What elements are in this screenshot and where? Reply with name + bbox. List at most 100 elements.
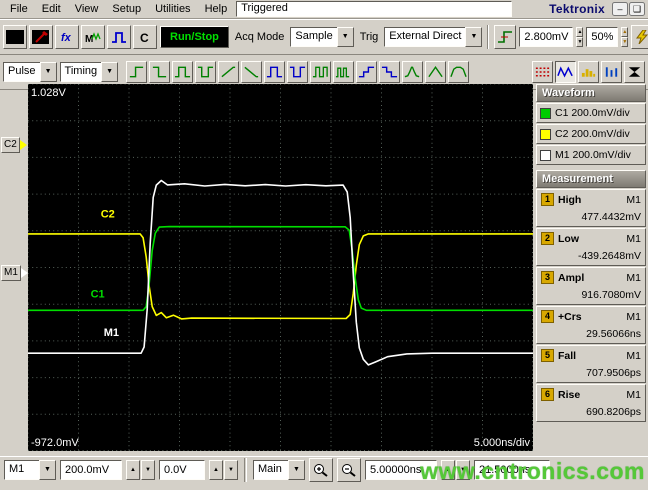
timebase-view-select[interactable]: Main ▼ <box>253 459 305 480</box>
spin-up-button[interactable]: ▲ <box>441 459 455 480</box>
minimize-button[interactable]: – <box>612 2 628 16</box>
menu-help[interactable]: Help <box>198 1 235 17</box>
gaussian-pulse-icon[interactable] <box>402 61 424 83</box>
clear-data-icon[interactable] <box>29 24 53 49</box>
trigger-level-field[interactable]: 2.800mV <box>519 26 574 47</box>
chevron-down-icon[interactable]: ▼ <box>39 459 56 480</box>
waveform-graticule: C2 C1 M1 1.028V -972.0mV 5.000ns/div <box>28 84 533 451</box>
hourglass-icon[interactable] <box>624 61 645 83</box>
display-vector-icon <box>557 66 573 78</box>
svg-text:C: C <box>140 31 149 44</box>
menu-setup[interactable]: Setup <box>105 1 148 17</box>
rising-ramp-icon[interactable] <box>218 61 240 83</box>
chevron-down-icon[interactable]: ▼ <box>465 26 483 47</box>
measurement-item-+crs[interactable]: 4 +Crs M1 29.56066ns <box>536 306 646 344</box>
waveform-item-c1[interactable]: C1 200.0mV/div <box>536 103 646 123</box>
positive-pulse-blue-icon[interactable] <box>264 61 286 83</box>
measurement-value: -439.2648mV <box>577 250 641 262</box>
triangle-pulse-icon[interactable] <box>425 61 447 83</box>
vertical-scale-field[interactable]: 200.0mV <box>60 459 122 480</box>
square-wave-icon[interactable] <box>310 61 332 83</box>
set-50-spinner: ▲ ▼ <box>621 26 629 47</box>
spin-up-button[interactable]: ▲ <box>621 26 629 37</box>
channel-marker-arrow-icon <box>20 268 28 278</box>
channel-marker-arrow-icon <box>19 140 27 150</box>
waveform-item-label: M1 200.0mV/div <box>555 149 631 161</box>
positive-pulse-icon[interactable] <box>172 61 194 83</box>
measurement-item-low[interactable]: 2 Low M1 -439.2648mV <box>536 228 646 266</box>
print-icon[interactable] <box>3 24 27 49</box>
channel-color-chip <box>540 107 551 119</box>
square-wave-icon <box>313 66 328 78</box>
measurement-name: +Crs <box>558 310 582 323</box>
spin-down-button[interactable]: ▼ <box>576 36 584 47</box>
step-down-blue-icon <box>382 66 398 78</box>
display-vector-icon[interactable] <box>555 61 576 83</box>
cursor-c-icon[interactable]: C <box>133 24 157 49</box>
cursor-c-icon: C <box>140 31 149 44</box>
measurement-item-rise[interactable]: 6 Rise M1 690.8206ps <box>536 384 646 422</box>
horizontal-position-field[interactable]: 21.5000ns <box>474 459 550 480</box>
measurement-name: Low <box>558 232 579 245</box>
step-up-blue-icon[interactable] <box>356 61 378 83</box>
timebase-scale-field[interactable]: 5.00000ns <box>365 459 437 480</box>
toolbar-separator <box>244 457 247 482</box>
chevron-down-icon[interactable]: ▼ <box>101 62 119 82</box>
measurement-item-high[interactable]: 1 High M1 477.4432mV <box>536 189 646 227</box>
chevron-down-icon[interactable]: ▼ <box>39 62 57 82</box>
math-waveform-icon[interactable]: M <box>81 24 105 49</box>
zoom-in-button[interactable] <box>309 457 333 482</box>
fx-icon[interactable]: fx <box>55 24 79 49</box>
vertical-offset-field[interactable]: 0.0V <box>159 459 205 480</box>
double-pulse-icon[interactable] <box>333 61 355 83</box>
menu-utilities[interactable]: Utilities <box>148 1 197 17</box>
step-down-blue-icon[interactable] <box>379 61 401 83</box>
menu-file[interactable]: File <box>3 1 35 17</box>
autoset-button[interactable] <box>631 24 648 49</box>
mask-pulse-icon[interactable] <box>107 24 131 49</box>
waveform-item-m1[interactable]: M1 200.0mV/div <box>536 145 646 165</box>
falling-ramp-icon[interactable] <box>241 61 263 83</box>
spin-down-button[interactable]: ▼ <box>621 36 629 47</box>
display-dots-icon[interactable] <box>532 61 553 83</box>
spin-down-button[interactable]: ▼ <box>224 459 238 480</box>
channel-marker-label: C2 <box>1 137 20 153</box>
spin-up-button[interactable]: ▲ <box>126 459 140 480</box>
channel-marker-c2[interactable]: C2 <box>1 137 27 153</box>
waveform-item-c2[interactable]: C2 200.0mV/div <box>536 124 646 144</box>
menu-view[interactable]: View <box>68 1 106 17</box>
negative-pulse-blue-icon[interactable] <box>287 61 309 83</box>
measurement-item-ampl[interactable]: 3 Ampl M1 916.7080mV <box>536 267 646 305</box>
chevron-down-icon[interactable]: ▼ <box>288 459 305 480</box>
trigger-source-select[interactable]: External Direct ▼ <box>384 26 483 47</box>
set-50-percent-field[interactable]: 50% <box>586 26 619 47</box>
display-bars-icon[interactable] <box>601 61 622 83</box>
chevron-down-icon[interactable]: ▼ <box>336 26 354 47</box>
window-pulse-icon[interactable] <box>448 61 470 83</box>
fall-edge-icon[interactable] <box>149 61 171 83</box>
signal-type-select[interactable]: Pulse ▼ <box>3 62 57 82</box>
zoom-out-button[interactable] <box>337 457 361 482</box>
rise-edge-icon[interactable] <box>126 61 148 83</box>
waveform-source-value: M1 <box>4 459 39 480</box>
waveform-panel-header: Waveform <box>536 84 646 102</box>
waveform-plot: C2 C1 M1 1.028V -972.0mV 5.000ns/div <box>28 84 533 451</box>
readout-timebase: 5.000ns/div <box>474 437 531 449</box>
spin-up-button[interactable]: ▲ <box>576 26 584 37</box>
negative-pulse-icon[interactable] <box>195 61 217 83</box>
channel-marker-m1[interactable]: M1 <box>1 265 28 281</box>
trigger-slope-button[interactable] <box>494 24 517 49</box>
measurement-item-fall[interactable]: 5 Fall M1 707.9506ps <box>536 345 646 383</box>
maximize-button[interactable]: ❑ <box>629 2 645 16</box>
trig-label: Trig <box>359 30 379 43</box>
signal-type-value: Pulse <box>3 62 40 82</box>
run-stop-button[interactable]: Run/Stop <box>160 25 229 48</box>
display-histogram-icon[interactable] <box>578 61 599 83</box>
spin-down-button[interactable]: ▼ <box>141 459 155 480</box>
menu-edit[interactable]: Edit <box>35 1 68 17</box>
spin-down-button[interactable]: ▼ <box>456 459 470 480</box>
waveform-source-select[interactable]: M1 ▼ <box>4 459 56 480</box>
acq-mode-select[interactable]: Sample ▼ <box>290 26 354 47</box>
spin-up-button[interactable]: ▲ <box>209 459 223 480</box>
measure-category-select[interactable]: Timing ▼ <box>59 62 119 82</box>
